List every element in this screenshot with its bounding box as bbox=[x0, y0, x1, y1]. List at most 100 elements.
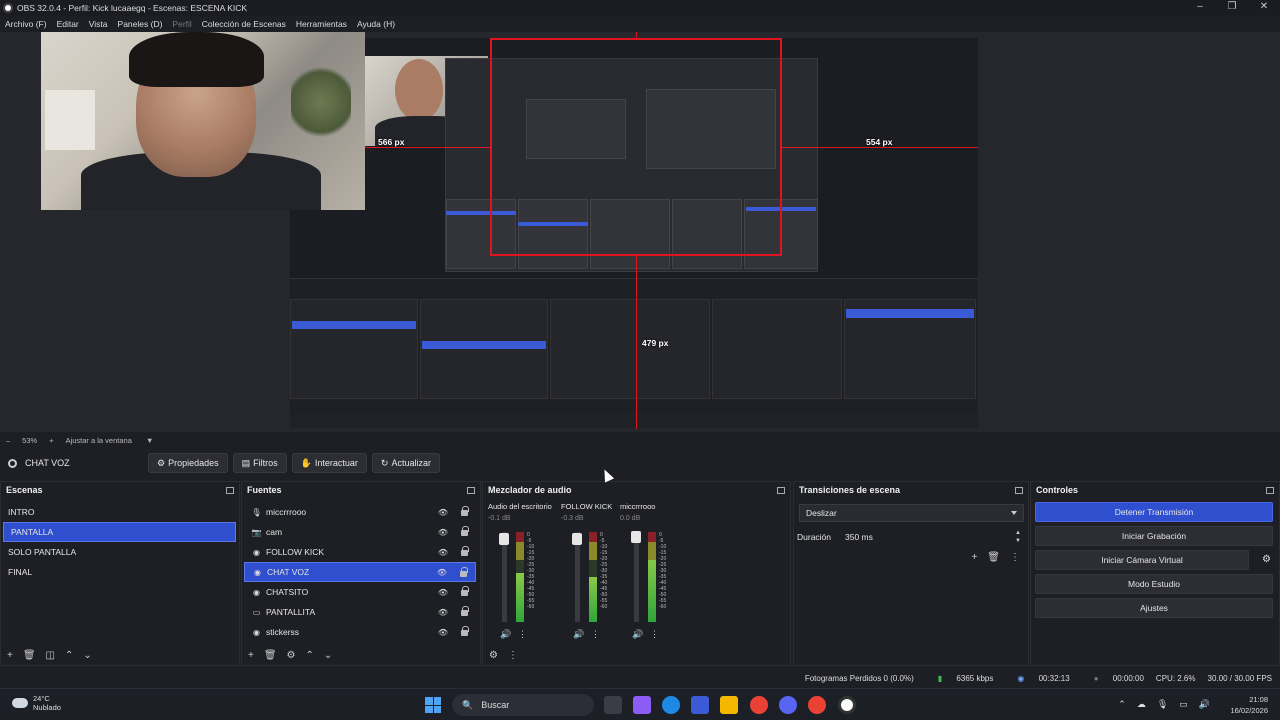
visibility-eye-icon[interactable]: 👁 bbox=[438, 548, 448, 557]
mixer-menu-icon[interactable]: ⋮ bbox=[508, 650, 518, 661]
delete-scene-icon[interactable]: 🗑 bbox=[23, 650, 36, 661]
task-view-icon[interactable] bbox=[604, 696, 622, 714]
transition-menu-icon[interactable]: ⋮ bbox=[1010, 552, 1020, 563]
delete-transition-icon[interactable]: 🗑 bbox=[987, 552, 1000, 563]
source-properties-icon[interactable]: ⚙ bbox=[287, 650, 296, 661]
copilot-app-icon[interactable] bbox=[633, 696, 651, 714]
more-options-icon[interactable]: ⋮ bbox=[518, 629, 527, 640]
fader-handle[interactable] bbox=[499, 533, 509, 545]
fader-handle[interactable] bbox=[572, 533, 582, 545]
visibility-eye-icon[interactable]: 👁 bbox=[438, 628, 448, 637]
tray-overflow-icon[interactable]: ⌃ bbox=[1118, 699, 1126, 710]
lock-icon[interactable] bbox=[460, 567, 468, 577]
maximize-button[interactable]: ❐ bbox=[1216, 0, 1248, 16]
zoom-in-button[interactable]: + bbox=[49, 436, 53, 445]
refresh-button[interactable]: ↻ Actualizar bbox=[371, 453, 440, 473]
weather-widget[interactable]: 24°C Nublado bbox=[12, 694, 61, 712]
fit-to-window-button[interactable]: Ajustar a la ventana ▼ bbox=[66, 436, 166, 445]
add-scene-icon[interactable]: + bbox=[7, 650, 13, 661]
visibility-eye-icon[interactable]: 👁 bbox=[438, 528, 448, 537]
edge-browser-icon[interactable] bbox=[662, 696, 680, 714]
volume-fader[interactable] bbox=[502, 532, 507, 622]
scene-item-solo-pantalla[interactable]: SOLO PANTALLA bbox=[1, 542, 239, 562]
transition-select[interactable]: Deslizar bbox=[799, 504, 1024, 522]
volume-icon[interactable]: 🔊 bbox=[1199, 699, 1210, 710]
more-options-icon[interactable]: ⋮ bbox=[591, 629, 600, 640]
advanced-audio-icon[interactable]: ⚙ bbox=[489, 650, 498, 661]
add-source-icon[interactable]: + bbox=[248, 650, 254, 661]
source-item[interactable]: ◉ CHATSITO 👁 bbox=[242, 582, 476, 602]
minimize-button[interactable]: – bbox=[1184, 0, 1216, 16]
menu-coleccion-escenas[interactable]: Colección de Escenas bbox=[202, 19, 286, 29]
menu-herramientas[interactable]: Herramientas bbox=[296, 19, 347, 29]
start-virtual-camera-button[interactable]: Iniciar Cámara Virtual bbox=[1035, 550, 1249, 570]
taskbar-search[interactable]: 🔍 Buscar bbox=[452, 694, 594, 716]
chrome-browser-icon[interactable] bbox=[750, 696, 768, 714]
add-transition-icon[interactable]: + bbox=[971, 552, 977, 563]
speaker-icon[interactable]: 🔊 bbox=[573, 629, 584, 640]
discord-app-icon[interactable] bbox=[779, 696, 797, 714]
properties-button[interactable]: ⚙ Propiedades bbox=[148, 453, 228, 473]
duration-input[interactable]: 350 ms ▲ ▼ bbox=[841, 528, 1024, 546]
float-dock-icon[interactable] bbox=[226, 486, 234, 494]
delete-source-icon[interactable]: 🗑 bbox=[264, 650, 277, 661]
microphone-tray-icon[interactable]: 🎙 bbox=[1157, 699, 1168, 710]
source-item[interactable]: ◉ CHAT VOZ 👁 bbox=[244, 562, 476, 582]
obs-taskbar-icon[interactable] bbox=[838, 696, 856, 714]
source-item[interactable]: ▭ PANTALLITA 👁 bbox=[242, 602, 476, 622]
source-item[interactable]: 📷 cam 👁 bbox=[242, 522, 476, 542]
close-button[interactable]: ✕ bbox=[1248, 0, 1280, 16]
cloud-tray-icon[interactable]: ☁ bbox=[1137, 699, 1146, 710]
lock-icon[interactable] bbox=[461, 626, 469, 636]
scene-filters-icon[interactable]: ◫ bbox=[46, 650, 55, 661]
preview-canvas[interactable]: 566 px 554 px 479 px bbox=[0, 32, 1280, 432]
float-dock-icon[interactable] bbox=[777, 486, 785, 494]
chrome-app-icon[interactable] bbox=[808, 696, 826, 714]
visibility-eye-icon[interactable]: 👁 bbox=[438, 608, 448, 617]
source-item[interactable]: 🎙 miccrrrooo 👁 bbox=[242, 502, 476, 522]
lock-icon[interactable] bbox=[461, 506, 469, 516]
stop-stream-button[interactable]: Detener Transmisión bbox=[1035, 502, 1273, 522]
visibility-eye-icon[interactable]: 👁 bbox=[438, 588, 448, 597]
float-dock-icon[interactable] bbox=[1015, 486, 1023, 494]
source-item[interactable]: ◉ stickerss 👁 bbox=[242, 622, 476, 642]
filters-button[interactable]: ▤ Filtros bbox=[232, 453, 287, 473]
lock-icon[interactable] bbox=[461, 586, 469, 596]
spinner-arrows-icon[interactable]: ▲ ▼ bbox=[1015, 529, 1021, 545]
menu-editar[interactable]: Editar bbox=[57, 19, 79, 29]
scene-item-final[interactable]: FINAL bbox=[1, 562, 239, 582]
menu-archivo[interactable]: Archivo (F) bbox=[5, 19, 47, 29]
fader-handle[interactable] bbox=[631, 531, 641, 543]
more-options-icon[interactable]: ⋮ bbox=[650, 629, 659, 640]
zoom-out-button[interactable]: – bbox=[6, 436, 10, 445]
move-up-icon[interactable]: ⌃ bbox=[306, 650, 314, 661]
menu-paneles[interactable]: Paneles (D) bbox=[118, 19, 163, 29]
source-item[interactable]: ◉ FOLLOW KICK 👁 bbox=[242, 542, 476, 562]
lock-icon[interactable] bbox=[461, 606, 469, 616]
move-up-icon[interactable]: ⌃ bbox=[65, 650, 73, 661]
taskbar-clock[interactable]: 21:08 16/02/2026 bbox=[1230, 694, 1268, 716]
network-icon[interactable]: ▭ bbox=[1179, 699, 1188, 710]
float-dock-icon[interactable] bbox=[467, 486, 475, 494]
store-app-icon[interactable] bbox=[691, 696, 709, 714]
visibility-eye-icon[interactable]: 👁 bbox=[437, 568, 447, 577]
speaker-icon[interactable]: 🔊 bbox=[500, 629, 511, 640]
studio-mode-button[interactable]: Modo Estudio bbox=[1035, 574, 1273, 594]
speaker-icon[interactable]: 🔊 bbox=[632, 629, 643, 640]
menu-vista[interactable]: Vista bbox=[89, 19, 108, 29]
windows-start-icon[interactable] bbox=[425, 697, 441, 713]
settings-button[interactable]: Ajustes bbox=[1035, 598, 1273, 618]
scene-item-pantalla[interactable]: PANTALLA bbox=[3, 522, 236, 542]
scene-item-intro[interactable]: INTRO bbox=[1, 502, 239, 522]
lock-icon[interactable] bbox=[461, 546, 469, 556]
volume-fader[interactable] bbox=[575, 532, 580, 622]
float-dock-icon[interactable] bbox=[1266, 486, 1274, 494]
volume-fader[interactable] bbox=[634, 532, 639, 622]
lock-icon[interactable] bbox=[461, 526, 469, 536]
virtual-camera-settings-icon[interactable]: ⚙ bbox=[1262, 554, 1271, 565]
menu-perfil[interactable]: Perfil bbox=[172, 19, 191, 29]
move-down-icon[interactable]: ⌄ bbox=[324, 650, 332, 661]
start-recording-button[interactable]: Iniciar Grabación bbox=[1035, 526, 1273, 546]
menu-ayuda[interactable]: Ayuda (H) bbox=[357, 19, 395, 29]
file-explorer-icon[interactable] bbox=[720, 696, 738, 714]
